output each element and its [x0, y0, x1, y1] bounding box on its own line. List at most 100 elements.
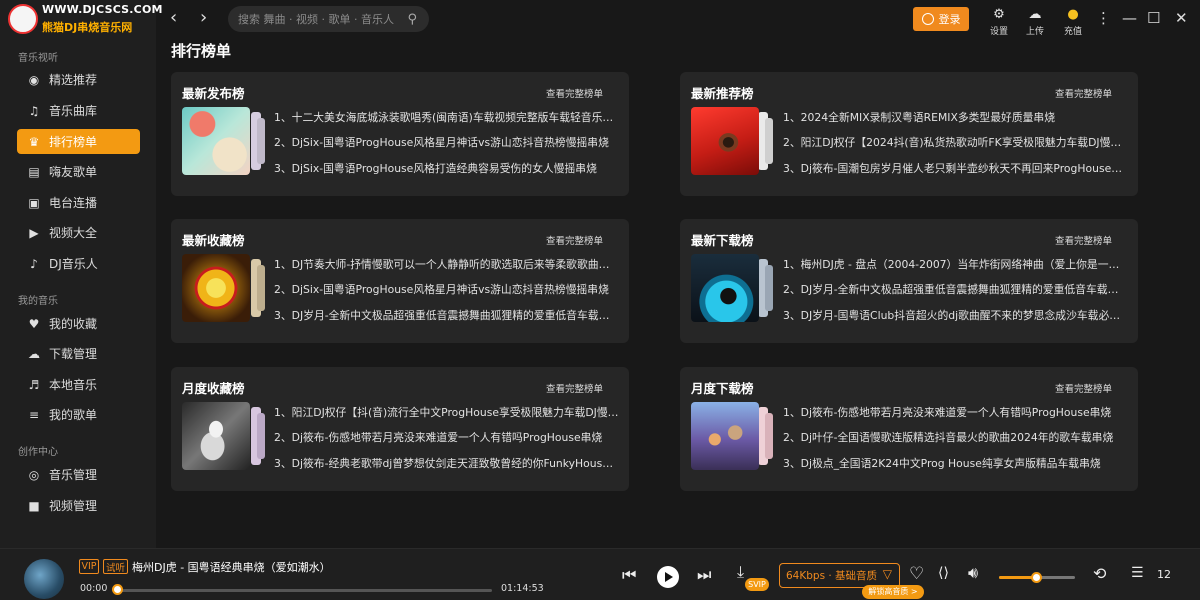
chart-card-new-release: 最新发布榜 查看完整榜单 1、十二大美女海底城泳装歌唱秀(闽南语)车载视频完整版…	[171, 72, 629, 196]
chart-item[interactable]: 2、DjSix-国粤语ProgHouse风格星月神话vs游山恋抖音热榜慢摇串烧	[274, 281, 619, 297]
chart-item[interactable]: 3、Dj筱布-经典老歌带dj曾梦想仗剑走天涯致敬曾经的你FunkyHouse专辑	[274, 455, 619, 471]
coin-icon: ●	[1067, 7, 1079, 22]
video-manage-icon: ■	[28, 498, 40, 513]
chart-item[interactable]: 1、DJ节奏大师-抒情慢歌可以一个人静静听的歌选取后来等柔歌歌曲连版	[274, 256, 619, 272]
sidebar-item-label: 本地音乐	[49, 378, 98, 392]
app-logo[interactable]: WWW.DJCSCS.COM 熊猫DJ串烧音乐网	[4, 2, 162, 38]
heart-icon: ♥	[28, 316, 40, 331]
view-full-chart-link[interactable]: 查看完整榜单	[546, 86, 603, 100]
previous-icon[interactable]: ⏮	[622, 565, 636, 585]
sidebar-item-my-playlists[interactable]: ≡ 我的歌单	[17, 402, 140, 427]
view-full-chart-link[interactable]: 查看完整榜单	[1055, 86, 1112, 100]
back-arrow-icon[interactable]: ‹	[170, 7, 177, 28]
sidebar-item-label: 视频管理	[49, 499, 98, 513]
chart-item[interactable]: 2、DJ岁月-全新中文极品超强重低音震撼舞曲狐狸精的爱重低音车载大碟	[783, 281, 1128, 297]
sidebar: WWW.DJCSCS.COM 熊猫DJ串烧音乐网 音乐视听 ◉ 精选推荐 ♫ 音乐曲…	[0, 0, 162, 548]
volume-slider[interactable]	[999, 572, 1075, 583]
trial-badge: 试听	[103, 559, 128, 574]
chart-item[interactable]: 3、DJ岁月-国粤语Club抖音超火的dj歌曲醒不来的梦思念成沙车载必备大碟	[783, 307, 1128, 323]
heart-icon[interactable]: ♡	[909, 564, 924, 584]
sidebar-item-video-manage[interactable]: ■ 视频管理	[17, 493, 140, 518]
chart-item[interactable]: 1、阳江DJ权仔【抖(音)流行全中文ProgHouse享受极限魅力车载DJ慢摇大…	[274, 404, 619, 420]
volume-icon[interactable]: 🔊︎	[968, 563, 978, 583]
recommend-icon: ◉	[28, 72, 40, 87]
minimize-icon[interactable]: —	[1122, 9, 1137, 27]
video-icon: ▶	[29, 225, 39, 240]
play-button[interactable]	[657, 566, 679, 588]
chart-item[interactable]: 1、梅州DJ虎 - 盘点（2004-2007）当年炸街网络神曲（爱上你是一个错）	[783, 256, 1128, 272]
volume-handle[interactable]	[1031, 572, 1042, 583]
cover-stack	[765, 413, 773, 459]
main-content: 排行榜单 最新发布榜 查看完整榜单 1、十二大美女海底城泳装歌唱秀(闽南语)车载…	[156, 38, 1200, 548]
chart-item[interactable]: 3、DJ岁月-全新中文极品超强重低音震撼舞曲狐狸精的爱重低音车载大碟	[274, 307, 619, 323]
progress-handle[interactable]	[112, 584, 123, 595]
unlock-hq-badge[interactable]: 解锁高音质 >	[862, 585, 924, 599]
album-cover-image[interactable]	[691, 402, 759, 470]
album-cover-image[interactable]	[182, 254, 250, 322]
sidebar-item-playlists[interactable]: ▤ 嗨友歌单	[17, 159, 140, 184]
playlist-queue-icon[interactable]: ☰	[1131, 565, 1144, 581]
sidebar-item-featured[interactable]: ◉ 精选推荐	[17, 67, 140, 92]
upload-label: 上传	[1025, 27, 1044, 37]
now-playing-title[interactable]: 梅州DJ虎 - 国粤语经典串烧（爱如潮水）	[132, 559, 331, 575]
view-full-chart-link[interactable]: 查看完整榜单	[1055, 233, 1112, 247]
close-icon[interactable]: ✕	[1175, 9, 1188, 27]
recharge-button[interactable]: ● 充值	[1058, 7, 1088, 38]
chart-item[interactable]: 1、2024全新MIX录制汉粤语REMIX多类型最好质量串烧	[783, 109, 1128, 125]
cover-stack	[257, 265, 265, 311]
player-bar: VIP 试听 梅州DJ虎 - 国粤语经典串烧（爱如潮水） 00:00 01:14…	[0, 548, 1200, 600]
view-full-chart-link[interactable]: 查看完整榜单	[546, 233, 603, 247]
vip-badge: VIP	[79, 559, 99, 574]
sidebar-item-music-manage[interactable]: ◎ 音乐管理	[17, 462, 140, 487]
album-cover-image[interactable]	[691, 254, 759, 322]
chart-item[interactable]: 3、Dj筱布-国潮包房岁月催人老只剩半壶纱秋天不再回来ProgHouse专辑	[783, 160, 1128, 176]
sidebar-item-favorites[interactable]: ♥ 我的收藏	[17, 311, 140, 336]
view-full-chart-link[interactable]: 查看完整榜单	[546, 381, 603, 395]
download-icon[interactable]: ⤓	[737, 562, 744, 582]
chart-item[interactable]: 1、十二大美女海底城泳装歌唱秀(闽南语)车载视频完整版车载轻音乐CD碟	[274, 109, 619, 125]
chart-item[interactable]: 3、Dj极点_全国语2K24中文Prog House纯享女声版精品车载串烧	[783, 455, 1128, 471]
sidebar-item-charts[interactable]: ♛ 排行榜单	[17, 129, 140, 154]
logo-url: WWW.DJCSCS.COM	[42, 3, 163, 16]
sidebar-item-label: 我的歌单	[49, 408, 98, 422]
chart-item[interactable]: 2、阳江DJ权仔【2024抖(音)私货热歌动听FK享受极限魅力车载DJ慢摇大碟	[783, 134, 1128, 150]
chart-item[interactable]: 2、Dj筱布-伤感地带若月亮没来难道爱一个人有错吗ProgHouse串烧	[274, 429, 619, 445]
search-icon[interactable]: ⚲	[407, 12, 417, 27]
menu-icon[interactable]: ⋮	[1096, 9, 1111, 27]
sidebar-item-local-music[interactable]: ♬ 本地音乐	[17, 372, 140, 397]
upload-button[interactable]: ☁ 上传	[1020, 7, 1050, 38]
chart-item[interactable]: 1、Dj筱布-伤感地带若月亮没来难道爱一个人有错吗ProgHouse串烧	[783, 404, 1128, 420]
settings-button[interactable]: ⚙ 设置	[984, 7, 1014, 38]
sidebar-item-dj-musician[interactable]: ♪ DJ音乐人	[17, 251, 140, 276]
repeat-icon[interactable]: ⟲	[1093, 564, 1106, 583]
share-icon[interactable]: ⟨⟩	[938, 565, 949, 581]
search-input[interactable]: 搜索 舞曲 · 视频 · 歌单 · 音乐人 ⚲	[228, 6, 429, 32]
playlist-count: 12	[1157, 568, 1171, 581]
album-cover-image[interactable]	[182, 402, 250, 470]
sidebar-item-downloads[interactable]: ☁ 下载管理	[17, 341, 140, 366]
sidebar-item-radio[interactable]: ▣ 电台连播	[17, 190, 140, 215]
current-time: 00:00	[80, 583, 108, 594]
settings-label: 设置	[989, 27, 1008, 37]
cover-stack	[257, 118, 265, 164]
login-button[interactable]: 登录	[913, 7, 969, 31]
chart-item[interactable]: 3、DjSix-国粤语ProgHouse风格打造经典容易受伤的女人慢摇串烧	[274, 160, 619, 176]
next-icon[interactable]: ⏭	[697, 565, 711, 585]
now-playing-cover[interactable]	[24, 559, 64, 599]
cover-stack	[765, 118, 773, 164]
sidebar-item-videos[interactable]: ▶ 视频大全	[17, 220, 140, 245]
album-cover-image[interactable]	[691, 107, 759, 175]
forward-arrow-icon[interactable]: ›	[200, 7, 207, 28]
svip-badge: SVIP	[745, 578, 769, 591]
gear-icon: ⚙	[993, 7, 1005, 22]
my-playlist-icon: ≡	[28, 407, 40, 422]
maximize-icon[interactable]: ☐	[1147, 9, 1160, 27]
view-full-chart-link[interactable]: 查看完整榜单	[1055, 381, 1112, 395]
sidebar-item-library[interactable]: ♫ 音乐曲库	[17, 98, 140, 123]
cloud-upload-icon: ☁	[1028, 7, 1042, 22]
progress-bar[interactable]	[117, 589, 492, 592]
chart-item[interactable]: 2、DjSix-国粤语ProgHouse风格星月神话vs游山恋抖音热榜慢摇串烧	[274, 134, 619, 150]
chart-card-new-recommend: 最新推荐榜 查看完整榜单 1、2024全新MIX录制汉粤语REMIX多类型最好质…	[680, 72, 1138, 196]
chart-item[interactable]: 2、Dj叶仔-全国语慢歌连版精选抖音最火的歌曲2024年的歌车载串烧	[783, 429, 1128, 445]
album-cover-image[interactable]	[182, 107, 250, 175]
